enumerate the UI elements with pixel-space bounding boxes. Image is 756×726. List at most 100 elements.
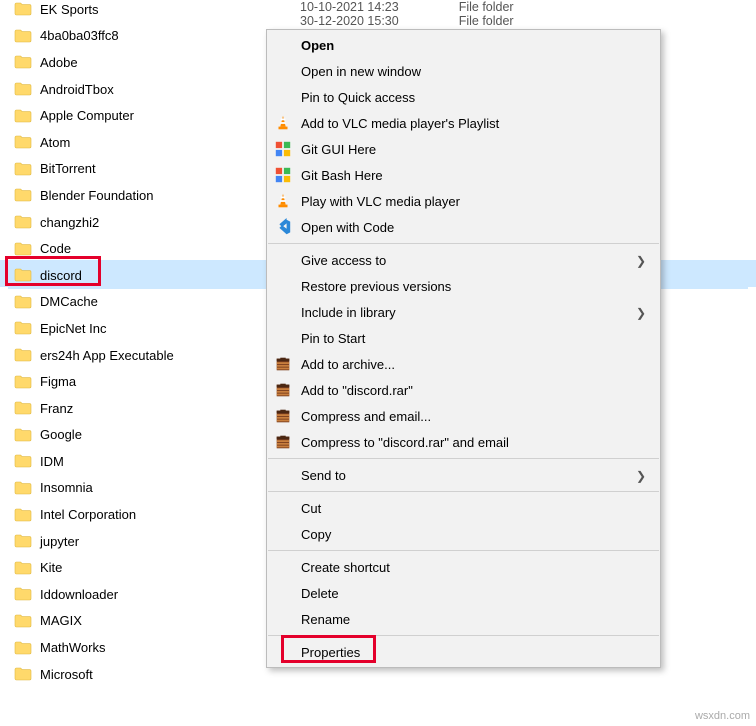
context-menu-item[interactable]: Git Bash Here [267,162,660,188]
git-icon [273,165,293,185]
folder-name: 4ba0ba03ffc8 [40,28,119,43]
chevron-right-icon: ❯ [636,306,646,320]
context-menu-item[interactable]: Add to "discord.rar" [267,377,660,403]
context-menu-label: Properties [301,645,360,660]
folder-name: Microsoft [40,667,93,682]
context-menu-item[interactable]: Pin to Start [267,325,660,351]
folder-icon [14,55,32,69]
folder-icon [14,401,32,415]
folder-icon [14,667,32,681]
folder-icon [14,109,32,123]
context-menu-label: Pin to Start [301,331,365,346]
folder-icon [14,481,32,495]
context-menu-item[interactable]: Compress to "discord.rar" and email [267,429,660,455]
rar-icon [273,380,293,400]
context-menu: Open Open in new window Pin to Quick acces… [266,29,661,668]
context-menu-label: Restore previous versions [301,279,451,294]
folder-icon [14,268,32,282]
folder-icon [14,29,32,43]
context-menu-label: Delete [301,586,339,601]
folder-icon [14,162,32,176]
folder-name: MAGIX [40,613,82,628]
context-menu-item[interactable]: Open in new window [267,58,660,84]
watermark: wsxdn.com [695,710,750,722]
folder-icon [14,508,32,522]
context-menu-separator [268,550,659,551]
folder-name: Figma [40,374,76,389]
file-explorer-pane: 10-10-2021 14:23 File folder 30-12-2020 … [0,0,756,726]
rar-icon [273,432,293,452]
folder-name: MathWorks [40,640,106,655]
rar-icon [273,406,293,426]
folder-item[interactable]: EK Sports [8,0,748,23]
context-menu-item[interactable]: Delete [267,580,660,606]
folder-name: jupyter [40,534,79,549]
folder-name: Insomnia [40,480,93,495]
context-menu-label: Open with Code [301,220,394,235]
folder-icon [14,2,32,16]
chevron-right-icon: ❯ [636,469,646,483]
context-menu-label: Git GUI Here [301,142,376,157]
context-menu-item[interactable]: Cut [267,495,660,521]
context-menu-separator [268,491,659,492]
context-menu-item[interactable]: Add to archive... [267,351,660,377]
context-menu-label: Add to archive... [301,357,395,372]
folder-name: Intel Corporation [40,507,136,522]
folder-name: Iddownloader [40,587,118,602]
context-menu-item[interactable]: Include in library ❯ [267,299,660,325]
context-menu-item[interactable]: Play with VLC media player [267,188,660,214]
folder-name: BitTorrent [40,161,96,176]
context-menu-label: Include in library [301,305,396,320]
context-menu-item[interactable]: Send to ❯ [267,462,660,488]
context-menu-label: Open [301,38,334,53]
vlc-icon [273,191,293,211]
folder-icon [14,587,32,601]
context-menu-item[interactable]: Properties [267,639,660,665]
context-menu-item[interactable]: Rename [267,606,660,632]
context-menu-label: Add to VLC media player's Playlist [301,116,499,131]
context-menu-label: Compress and email... [301,409,431,424]
folder-name: DMCache [40,294,98,309]
vlc-icon [273,113,293,133]
context-menu-label: Send to [301,468,346,483]
context-menu-label: Compress to "discord.rar" and email [301,435,509,450]
folder-icon [14,534,32,548]
folder-icon [14,454,32,468]
context-menu-separator [268,635,659,636]
context-menu-label: Give access to [301,253,386,268]
folder-icon [14,641,32,655]
context-menu-item[interactable]: Pin to Quick access [267,84,660,110]
context-menu-label: Cut [301,501,321,516]
folder-icon [14,215,32,229]
context-menu-item[interactable]: Compress and email... [267,403,660,429]
folder-name: EpicNet Inc [40,321,106,336]
context-menu-item[interactable]: Create shortcut [267,554,660,580]
folder-icon [14,561,32,575]
folder-name: ers24h App Executable [40,348,174,363]
context-menu-label: Add to "discord.rar" [301,383,413,398]
context-menu-item[interactable]: Give access to ❯ [267,247,660,273]
folder-name: Google [40,427,82,442]
folder-name: Code [40,241,71,256]
context-menu-item[interactable]: Copy [267,521,660,547]
folder-name: Adobe [40,55,78,70]
folder-name: changzhi2 [40,215,99,230]
context-menu-item[interactable]: Restore previous versions [267,273,660,299]
context-menu-item[interactable]: Add to VLC media player's Playlist [267,110,660,136]
folder-icon [14,428,32,442]
context-menu-item[interactable]: Open [267,32,660,58]
vscode-icon [273,217,293,237]
context-menu-label: Rename [301,612,350,627]
context-menu-label: Open in new window [301,64,421,79]
context-menu-label: Play with VLC media player [301,194,460,209]
context-menu-separator [268,458,659,459]
folder-name: Blender Foundation [40,188,153,203]
context-menu-item[interactable]: Open with Code [267,214,660,240]
folder-icon [14,614,32,628]
context-menu-item[interactable]: Git GUI Here [267,136,660,162]
folder-icon [14,242,32,256]
folder-icon [14,295,32,309]
folder-name: EK Sports [40,2,99,17]
folder-name: IDM [40,454,64,469]
chevron-right-icon: ❯ [636,254,646,268]
